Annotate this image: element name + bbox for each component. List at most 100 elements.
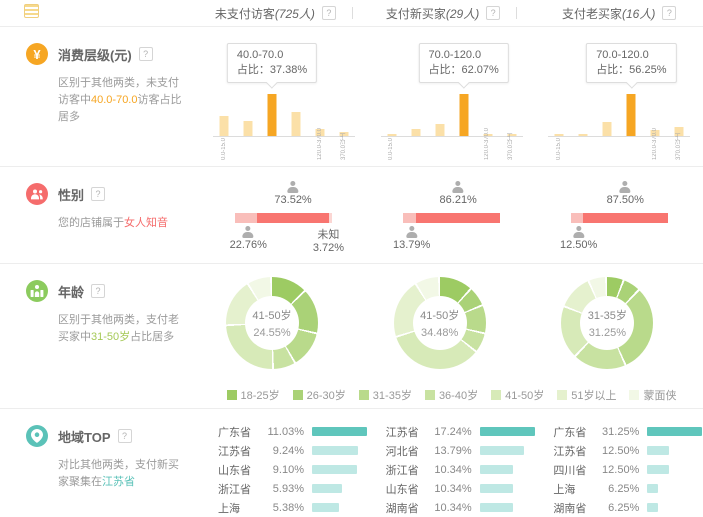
legend-item[interactable]: 51岁以上 [557,387,616,403]
region-row[interactable]: 山东省10.34% [368,479,536,498]
age-donut-ring[interactable]: 41-50岁34.48% [394,277,486,369]
tab-count: (16人) [622,5,655,22]
legend-item[interactable]: 36-40岁 [425,387,478,403]
bar[interactable] [219,116,228,136]
bar[interactable] [435,124,444,136]
consumption-info: ¥ 消费层级(元) ? 区别于其他两类，未支付访客中40.0-70.0访客占比居… [0,27,200,166]
female-percent: 87.50% [607,194,644,206]
gender-chart-new[interactable]: 86.21%13.79% [403,179,500,259]
age-charts: 41-50岁24.55% 41-50岁34.48% 31-35岁31.25% [200,264,703,382]
gender-bar[interactable] [571,213,668,223]
donut-center-label: 41-50岁 [252,307,291,323]
axis-line [213,136,355,137]
province-percent: 11.03% [262,426,304,438]
bar[interactable] [579,134,588,136]
age-donut-new[interactable]: 41-50岁34.48% [368,264,536,382]
bar[interactable] [267,94,276,136]
male-share-label: 13.79% [393,226,430,251]
consumption-chart-new[interactable]: 0.0-15.0120.0-370.0370.0以上70.0-120.0占比：6… [368,27,536,166]
unknown-share-label: 未知3.72% [313,226,344,254]
region-row[interactable]: 上海5.38% [200,498,368,517]
female-segment[interactable] [257,213,328,223]
province-name: 四川省 [553,462,597,478]
help-icon[interactable]: ? [662,6,676,20]
region-row[interactable]: 浙江省10.34% [368,460,536,479]
help-icon[interactable]: ? [118,429,132,443]
consumption-chart-old[interactable]: 0.0-15.0120.0-370.0370.0以上70.0-120.0占比：5… [535,27,703,166]
region-row[interactable]: 上海6.25% [535,479,703,498]
province-bar [647,465,669,474]
region-row[interactable]: 广东省31.25% [535,422,703,441]
gender-bar[interactable] [403,213,500,223]
gender-chart-unpaid[interactable]: 73.52%22.76%未知3.72% [235,179,332,259]
unknown-percent: 3.72% [313,242,344,254]
male-segment[interactable] [403,213,416,223]
province-percent: 5.38% [262,502,304,514]
male-segment[interactable] [235,213,257,223]
help-icon[interactable]: ? [139,47,153,61]
province-bar [312,465,357,474]
axis-line [381,136,523,137]
tooltip: 70.0-120.0占比：62.07% [419,43,509,83]
legend-item[interactable]: 31-35岁 [359,387,412,403]
age-charts-area: 41-50岁24.55% 41-50岁34.48% 31-35岁31.25% 1… [200,264,703,408]
gender-chart-old[interactable]: 87.50%12.50% [571,179,668,259]
legend-item[interactable]: 26-30岁 [293,387,346,403]
bar[interactable] [243,121,252,136]
section-region-top: 地域TOP ? 对比其他两类，支付新买家聚集在江苏省 广东省11.03%江苏省9… [0,409,703,517]
region-row[interactable]: 江苏省17.24% [368,422,536,441]
bar[interactable] [603,122,612,136]
region-row[interactable]: 浙江省5.93% [200,479,368,498]
bar[interactable] [459,94,468,136]
bar[interactable] [387,134,396,136]
male-segment[interactable] [571,213,583,223]
help-icon[interactable]: ? [486,6,500,20]
age-donut-old[interactable]: 31-35岁31.25% [535,264,703,382]
unknown-segment[interactable] [329,213,333,223]
province-percent: 10.34% [430,483,472,495]
legend-swatch [425,390,435,400]
help-icon[interactable]: ? [91,284,105,298]
region-row[interactable]: 河北省13.79% [368,441,536,460]
donut-center-value: 31.25% [589,327,626,339]
region-row[interactable]: 江苏省9.24% [200,441,368,460]
province-percent: 5.93% [262,483,304,495]
legend-item[interactable]: 蒙面侠 [629,387,676,403]
region-row[interactable]: 湖南省10.34% [368,498,536,517]
desc-highlight: 40.0-70.0 [91,94,137,106]
female-segment[interactable] [583,213,668,223]
region-row[interactable]: 湖南省6.25% [535,498,703,517]
tooltip-range: 70.0-120.0 [596,48,666,63]
help-icon[interactable]: ? [91,187,105,201]
tab-new-buyers[interactable]: 支付新买家(29人) ? [368,5,536,22]
donut-hole: 41-50岁24.55% [245,296,299,350]
province-name: 江苏省 [386,424,430,440]
province-percent: 9.10% [262,464,304,476]
consumption-chart-unpaid[interactable]: 0.0-15.0120.0-370.0370.0以上40.0-70.0占比：37… [200,27,368,166]
region-row[interactable]: 四川省12.50% [535,460,703,479]
province-percent: 9.24% [262,445,304,457]
age-donut-ring[interactable]: 31-35岁31.25% [561,277,653,369]
bar[interactable] [627,94,636,136]
tab-unpaid-visitors[interactable]: 未支付访客(725人) ? [200,5,368,22]
bar[interactable] [411,129,420,136]
female-segment[interactable] [416,213,500,223]
province-name: 浙江省 [218,481,262,497]
bar[interactable] [291,112,300,136]
province-name: 湖南省 [553,500,597,516]
age-donut-ring[interactable]: 41-50岁24.55% [226,277,318,369]
gender-charts: 73.52%22.76%未知3.72% 86.21%13.79% 87.50%1… [200,167,703,263]
region-row[interactable]: 山东省9.10% [200,460,368,479]
tab-old-buyers[interactable]: 支付老买家(16人) ? [535,5,703,22]
gender-bar[interactable] [235,213,332,223]
legend-item[interactable]: 18-25岁 [227,387,280,403]
header-divider [516,7,517,19]
region-row[interactable]: 广东省11.03% [200,422,368,441]
male-percent: 22.76% [230,239,267,251]
help-icon[interactable]: ? [322,6,336,20]
age-donut-unpaid[interactable]: 41-50岁24.55% [200,264,368,382]
bar[interactable] [555,134,564,136]
male-percent: 13.79% [393,239,430,251]
legend-item[interactable]: 41-50岁 [491,387,544,403]
region-row[interactable]: 江苏省12.50% [535,441,703,460]
